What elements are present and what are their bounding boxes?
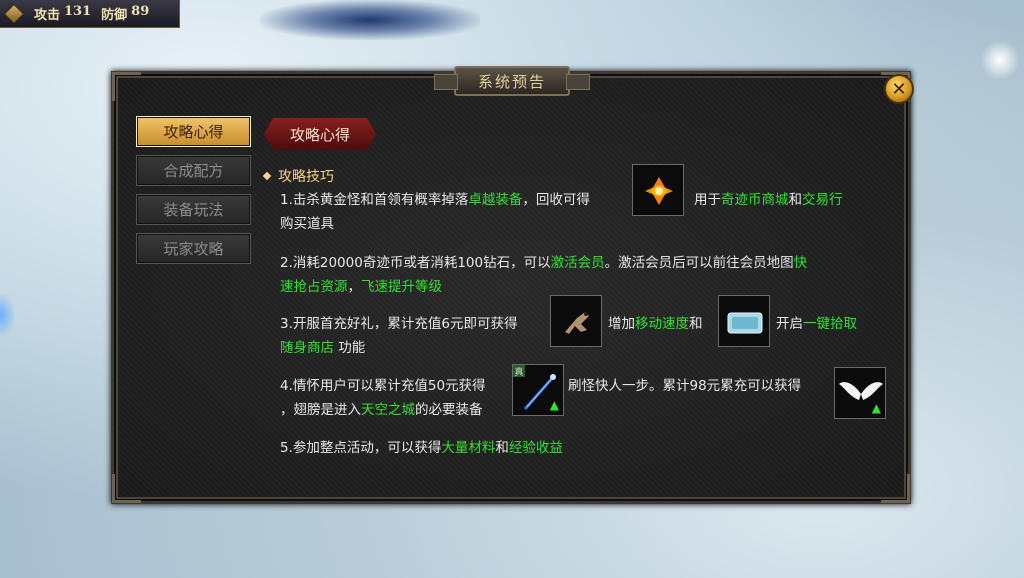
panel-corner	[112, 474, 141, 503]
tip-text: 和	[788, 192, 803, 208]
tab-equipment[interactable]: 装备玩法	[136, 194, 251, 225]
tip-text: 1.击杀黄金怪和首领有概率掉落	[280, 192, 469, 208]
tip-highlight: 大量材料	[441, 440, 496, 456]
tab-synthesis[interactable]: 合成配方	[136, 155, 251, 186]
tip-highlight: 卓越装备	[468, 192, 523, 208]
tip-text: ，	[347, 279, 362, 295]
tip-highlight: 交易行	[802, 192, 843, 208]
tip-4-line2: ，翅膀是进入天空之城的必要装备	[280, 398, 483, 422]
upgrade-arrow-icon: ▲	[549, 398, 559, 412]
hud-stat-bar: 攻击 131 防御 89	[0, 0, 180, 28]
tip-highlight: 奇迹币商城	[721, 192, 789, 208]
defense-label: 防御	[101, 8, 128, 23]
item-slot-pet[interactable]	[550, 295, 602, 347]
tip-highlight: 快	[793, 255, 808, 271]
panel-corner	[112, 72, 141, 101]
panel-corner	[881, 474, 910, 503]
item-slot-reward[interactable]	[632, 164, 684, 216]
item-slot-card[interactable]	[718, 295, 770, 347]
tip-2: 2.消耗20000奇迹币或者消耗100钻石，可以激活会员。激活会员后可以前往会员…	[280, 251, 807, 275]
attack-value: 131	[64, 4, 92, 19]
section-title-text: 攻略技巧	[278, 169, 334, 185]
tip-3-line2: 随身商店 功能	[280, 336, 365, 360]
panel-title-plate: 系统预告	[434, 66, 590, 96]
tip-highlight: 移动速度	[635, 316, 689, 332]
background-glow	[260, 0, 480, 40]
tip-3: 3.开服首充好礼，累计充值6元即可获得	[280, 312, 517, 336]
attack-label: 攻击	[34, 8, 61, 23]
tip-highlight: 飞速提升等级	[361, 279, 442, 295]
tip-3-cont2: 开启一键拾取	[776, 312, 857, 336]
tip-text: 购买道具	[280, 216, 334, 232]
tip-text: 4.情怀用户可以累计充值50元获得	[280, 378, 486, 394]
tip-text: ，回收可得	[522, 192, 590, 208]
tip-text: 。激活会员后可以前往会员地图	[604, 255, 794, 271]
upgrade-arrow-icon: ▲	[871, 401, 881, 415]
tip-highlight: 随身商店	[280, 340, 334, 356]
system-preview-panel: 系统预告 ✕ 攻略心得 合成配方 装备玩法 玩家攻略 攻略心得 攻略技巧 1.击…	[111, 66, 914, 504]
tip-text: 增加	[608, 316, 635, 332]
tip-text: 2.消耗20000奇迹币或者消耗100钻石，可以	[280, 255, 551, 271]
tip-1: 1.击杀黄金怪和首领有概率掉落卓越装备，回收可得	[280, 188, 590, 212]
defense-stat: 防御 89	[101, 4, 149, 23]
tip-text: 和	[495, 440, 509, 456]
item-slot-wings[interactable]: ▲	[834, 367, 886, 419]
content-header: 攻略心得	[264, 118, 376, 150]
pet-icon	[565, 312, 589, 334]
tip-text: 用于	[694, 192, 721, 208]
shield-icon	[4, 3, 24, 24]
tip-1-line2: 购买道具	[280, 212, 334, 236]
section-title: 攻略技巧	[262, 166, 334, 186]
tip-highlight: 经验收益	[508, 440, 563, 456]
tip-5: 5.参加整点活动，可以获得大量材料和经验收益	[280, 436, 563, 460]
item-badge: 真	[514, 366, 523, 378]
tip-4-cont: 刷怪快人一步。累计98元累充可以获得	[568, 374, 801, 398]
tip-text: 的必要装备	[415, 402, 483, 418]
sidebar-tabs: 攻略心得 合成配方 装备玩法 玩家攻略	[136, 116, 251, 264]
defense-value: 89	[131, 4, 150, 19]
tip-3-cont: 增加移动速度和	[608, 312, 703, 336]
tip-4: 4.情怀用户可以累计充值50元获得	[280, 374, 486, 398]
panel-title: 系统预告	[477, 72, 546, 91]
tip-text: 5.参加整点活动，可以获得	[280, 440, 442, 456]
content-header-label: 攻略心得	[289, 125, 350, 144]
tip-text: ，翅膀是进入	[280, 402, 361, 418]
tip-text: 刷怪快人一步。累计98元累充可以获得	[568, 378, 802, 394]
tab-player-guide[interactable]: 玩家攻略	[136, 233, 251, 264]
close-icon: ✕	[891, 78, 907, 100]
diamond-bullet-icon	[262, 171, 272, 181]
tip-1-cont: 用于奇迹币商城和交易行	[694, 188, 843, 212]
tip-highlight: 一键拾取	[803, 316, 857, 332]
tip-highlight: 天空之城	[361, 402, 415, 418]
item-slot-weapon[interactable]: 真 ▲	[512, 364, 564, 416]
background-glow-left	[0, 295, 14, 335]
membership-card-icon	[727, 312, 763, 334]
tip-text: 3.开服首充好礼，累计充值6元即可获得	[280, 316, 518, 332]
tip-2-line2: 速抢占资源，飞速提升等级	[280, 275, 442, 299]
crystal-icon	[645, 177, 673, 205]
tip-highlight: 激活会员	[550, 255, 605, 271]
tip-text: 和	[689, 316, 703, 332]
tip-highlight: 速抢占资源	[280, 279, 348, 295]
background-sparkle	[980, 40, 1020, 80]
attack-stat: 攻击 131	[34, 4, 91, 23]
tip-text: 开启	[776, 316, 803, 332]
tip-text: 功能	[334, 340, 366, 356]
close-button[interactable]: ✕	[884, 74, 914, 104]
tab-strategy[interactable]: 攻略心得	[136, 116, 251, 147]
